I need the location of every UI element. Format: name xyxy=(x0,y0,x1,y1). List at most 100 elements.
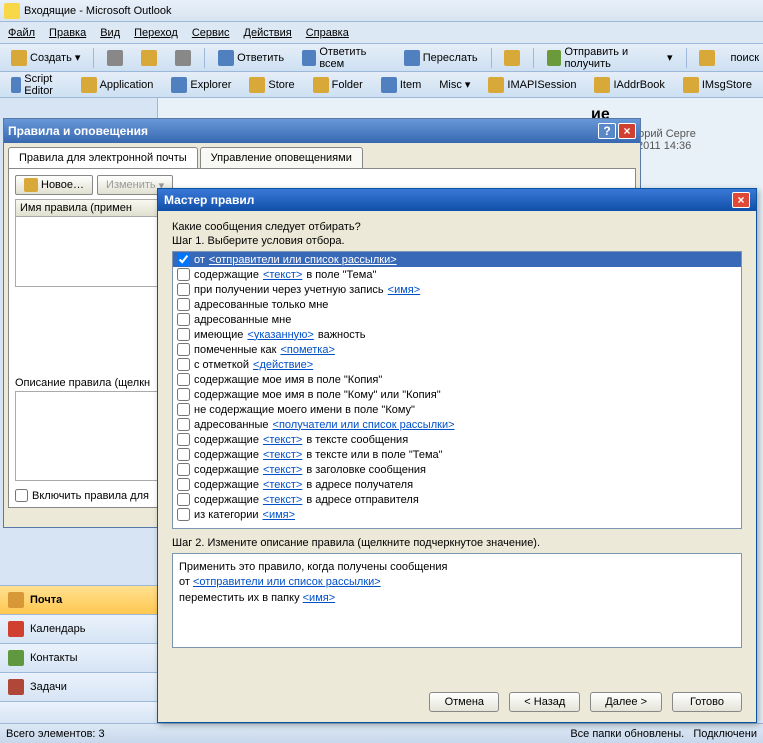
condition-row[interactable]: содержащие мое имя в поле "Кому" или "Ко… xyxy=(173,387,741,402)
move-button[interactable] xyxy=(134,47,164,69)
condition-row[interactable]: содержащие <текст> в тексте сообщения xyxy=(173,432,741,447)
conditions-list[interactable]: от <отправители или список рассылки>соде… xyxy=(172,251,742,529)
store-button[interactable]: Store xyxy=(242,74,301,96)
nav-mail[interactable]: Почта xyxy=(0,585,157,614)
condition-link[interactable]: <действие> xyxy=(253,359,313,371)
condition-checkbox[interactable] xyxy=(177,433,190,446)
condition-link[interactable]: <текст> xyxy=(263,479,302,491)
menu-edit[interactable]: Правка xyxy=(49,27,86,39)
print-button[interactable] xyxy=(100,47,130,69)
menu-goto[interactable]: Переход xyxy=(134,27,178,39)
condition-row[interactable]: содержащие <текст> в поле "Тема" xyxy=(173,267,741,282)
flag-button[interactable] xyxy=(497,47,527,69)
tab-email-rules[interactable]: Правила для электронной почты xyxy=(8,147,198,168)
forward-button[interactable]: Переслать xyxy=(397,47,485,69)
condition-checkbox[interactable] xyxy=(177,463,190,476)
condition-row[interactable]: содержащие <текст> в адресе получателя xyxy=(173,477,741,492)
nav-contacts[interactable]: Контакты xyxy=(0,643,157,672)
new-rule-button[interactable]: Новое… xyxy=(15,175,93,195)
condition-checkbox[interactable] xyxy=(177,313,190,326)
close-icon[interactable]: × xyxy=(732,192,750,208)
condition-row[interactable]: не содержащие моего имени в поле "Кому" xyxy=(173,402,741,417)
back-button[interactable]: < Назад xyxy=(509,692,580,712)
delete-button[interactable] xyxy=(168,47,198,69)
condition-checkbox[interactable] xyxy=(177,448,190,461)
finish-button[interactable]: Готово xyxy=(672,692,742,712)
condition-row[interactable]: содержащие <текст> в заголовке сообщения xyxy=(173,462,741,477)
addrbook-button[interactable] xyxy=(692,47,722,69)
imapisession-button[interactable]: IMAPISession xyxy=(481,74,583,96)
item-button[interactable]: Item xyxy=(374,74,428,96)
menu-view[interactable]: Вид xyxy=(100,27,120,39)
condition-link[interactable]: <текст> xyxy=(263,269,302,281)
cancel-button[interactable]: Отмена xyxy=(429,692,499,712)
condition-checkbox[interactable] xyxy=(177,373,190,386)
condition-link[interactable]: <текст> xyxy=(263,434,302,446)
explorer-button[interactable]: Explorer xyxy=(164,74,238,96)
condition-link[interactable]: <текст> xyxy=(263,464,302,476)
condition-row[interactable]: содержащие <текст> в адресе отправителя xyxy=(173,492,741,507)
condition-checkbox[interactable] xyxy=(177,328,190,341)
condition-link[interactable]: <текст> xyxy=(263,494,302,506)
condition-row[interactable]: при получении через учетную запись <имя> xyxy=(173,282,741,297)
condition-row[interactable]: содержащие <текст> в тексте или в поле "… xyxy=(173,447,741,462)
nav-calendar[interactable]: Календарь xyxy=(0,614,157,643)
condition-row[interactable]: из категории <имя> xyxy=(173,507,741,522)
condition-checkbox[interactable] xyxy=(177,343,190,356)
script-editor-button[interactable]: Script Editor xyxy=(4,70,70,100)
condition-link[interactable]: <отправители или список рассылки> xyxy=(209,254,397,266)
condition-row[interactable]: помеченные как <пометка> xyxy=(173,342,741,357)
condition-row[interactable]: адресованные только мне xyxy=(173,297,741,312)
condition-checkbox[interactable] xyxy=(177,268,190,281)
condition-checkbox[interactable] xyxy=(177,403,190,416)
condition-checkbox[interactable] xyxy=(177,418,190,431)
help-button[interactable]: ? xyxy=(598,123,616,139)
misc-button[interactable]: Misc ▾ xyxy=(432,75,477,94)
condition-link[interactable]: <получатели или список рассылки> xyxy=(273,419,455,431)
tab-alerts[interactable]: Управление оповещениями xyxy=(200,147,363,168)
forward-icon xyxy=(404,50,420,66)
condition-checkbox[interactable] xyxy=(177,508,190,521)
condition-checkbox[interactable] xyxy=(177,358,190,371)
nav-shortcuts[interactable] xyxy=(0,701,157,723)
condition-row[interactable]: от <отправители или список рассылки> xyxy=(173,252,741,267)
tasks-icon xyxy=(8,679,24,695)
condition-checkbox[interactable] xyxy=(177,298,190,311)
menu-service[interactable]: Сервис xyxy=(192,27,230,39)
reply-button[interactable]: Ответить xyxy=(211,47,291,69)
condition-link[interactable]: <имя> xyxy=(263,509,296,521)
condition-link[interactable]: <имя> xyxy=(388,284,421,296)
rules-titlebar[interactable]: Правила и оповещения ? × xyxy=(4,119,640,143)
folder-button[interactable]: Folder xyxy=(306,74,370,96)
menu-help[interactable]: Справка xyxy=(306,27,349,39)
imsgstore-button[interactable]: IMsgStore xyxy=(676,74,759,96)
create-button[interactable]: Создать ▾ xyxy=(4,47,87,69)
delete-icon xyxy=(175,50,191,66)
condition-row[interactable]: адресованные <получатели или список расс… xyxy=(173,417,741,432)
menu-file[interactable]: Файл xyxy=(8,27,35,39)
condition-row[interactable]: с отметкой <действие> xyxy=(173,357,741,372)
condition-checkbox[interactable] xyxy=(177,493,190,506)
condition-checkbox[interactable] xyxy=(177,388,190,401)
wizard-titlebar[interactable]: Мастер правил × xyxy=(158,189,756,211)
condition-link[interactable]: <пометка> xyxy=(280,344,334,356)
condition-checkbox[interactable] xyxy=(177,283,190,296)
sendrecv-button[interactable]: Отправить и получить ▾ xyxy=(540,43,679,73)
close-button[interactable]: × xyxy=(618,123,636,139)
from-link[interactable]: <отправители или список рассылки> xyxy=(193,576,381,588)
condition-link[interactable]: <текст> xyxy=(263,449,302,461)
condition-checkbox[interactable] xyxy=(177,478,190,491)
condition-link[interactable]: <указанную> xyxy=(247,329,313,341)
replyall-button[interactable]: Ответить всем xyxy=(295,43,393,73)
menu-actions[interactable]: Действия xyxy=(244,27,292,39)
next-button[interactable]: Далее > xyxy=(590,692,662,712)
application-button[interactable]: Application xyxy=(74,74,161,96)
condition-row[interactable]: адресованные мне xyxy=(173,312,741,327)
status-count: Всего элементов: 3 xyxy=(6,728,105,740)
iaddrbook-button[interactable]: IAddrBook xyxy=(587,74,671,96)
condition-checkbox[interactable] xyxy=(177,253,190,266)
folder-link[interactable]: <имя> xyxy=(303,592,336,604)
nav-tasks[interactable]: Задачи xyxy=(0,672,157,701)
condition-row[interactable]: имеющие <указанную> важность xyxy=(173,327,741,342)
condition-row[interactable]: содержащие мое имя в поле "Копия" xyxy=(173,372,741,387)
